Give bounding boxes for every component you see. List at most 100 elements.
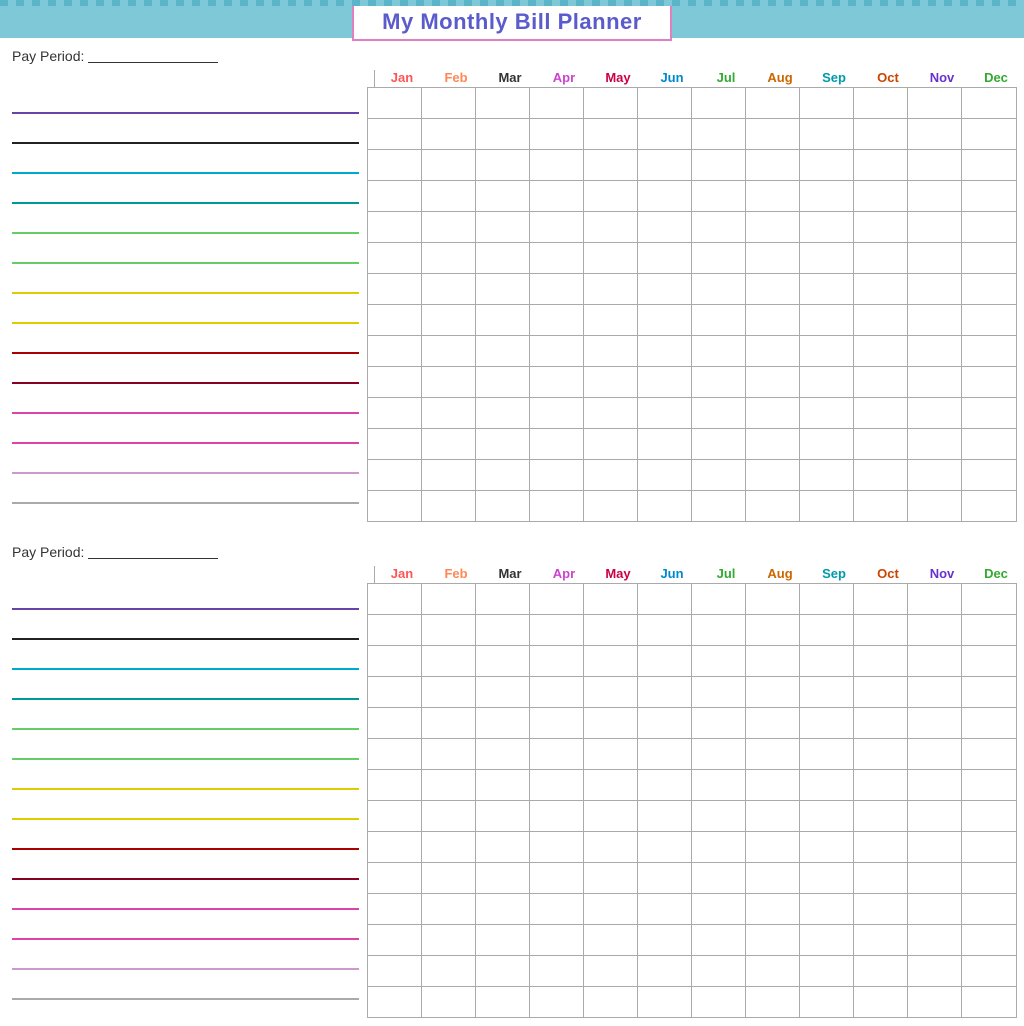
bill-line-item-7[interactable] (12, 793, 359, 823)
bill-line-item-0[interactable] (12, 87, 359, 117)
grid-cell-7-11[interactable] (962, 305, 1016, 335)
grid-cell-6-3[interactable] (530, 770, 584, 800)
grid-cell-9-0[interactable] (368, 863, 422, 893)
grid-cell-3-4[interactable] (584, 677, 638, 707)
grid-cell-10-5[interactable] (638, 894, 692, 924)
pay-period-line-2[interactable] (88, 545, 218, 559)
grid-cell-5-10[interactable] (908, 243, 962, 273)
grid-cell-0-7[interactable] (746, 584, 800, 614)
grid-cell-7-8[interactable] (800, 801, 854, 831)
grid-cell-4-8[interactable] (800, 708, 854, 738)
grid-cell-3-2[interactable] (476, 181, 530, 211)
grid-cell-4-7[interactable] (746, 708, 800, 738)
grid-cell-7-9[interactable] (854, 801, 908, 831)
grid-cell-13-7[interactable] (746, 987, 800, 1017)
grid-cell-3-9[interactable] (854, 181, 908, 211)
grid-cell-0-3[interactable] (530, 584, 584, 614)
grid-cell-0-0[interactable] (368, 88, 422, 118)
grid-cell-6-2[interactable] (476, 274, 530, 304)
grid-cell-10-3[interactable] (530, 398, 584, 428)
grid-cell-9-4[interactable] (584, 367, 638, 397)
grid-cell-0-10[interactable] (908, 584, 962, 614)
grid-cell-8-2[interactable] (476, 832, 530, 862)
grid-cell-5-9[interactable] (854, 739, 908, 769)
grid-cell-11-8[interactable] (800, 429, 854, 459)
grid-cell-6-8[interactable] (800, 274, 854, 304)
bill-line-item-8[interactable] (12, 327, 359, 357)
grid-cell-0-9[interactable] (854, 88, 908, 118)
grid-cell-6-10[interactable] (908, 770, 962, 800)
grid-cell-1-6[interactable] (692, 615, 746, 645)
bill-line-item-7[interactable] (12, 297, 359, 327)
grid-cell-4-11[interactable] (962, 708, 1016, 738)
grid-cell-7-10[interactable] (908, 305, 962, 335)
grid-cell-4-0[interactable] (368, 708, 422, 738)
grid-cell-12-9[interactable] (854, 460, 908, 490)
grid-cell-13-11[interactable] (962, 987, 1016, 1017)
grid-cell-8-0[interactable] (368, 832, 422, 862)
grid-cell-8-7[interactable] (746, 336, 800, 366)
grid-cell-3-5[interactable] (638, 677, 692, 707)
grid-cell-0-5[interactable] (638, 88, 692, 118)
grid-cell-5-4[interactable] (584, 243, 638, 273)
grid-cell-12-9[interactable] (854, 956, 908, 986)
grid-cell-12-1[interactable] (422, 460, 476, 490)
grid-cell-12-2[interactable] (476, 956, 530, 986)
grid-cell-7-2[interactable] (476, 305, 530, 335)
grid-cell-9-5[interactable] (638, 863, 692, 893)
grid-cell-5-1[interactable] (422, 739, 476, 769)
grid-cell-0-11[interactable] (962, 88, 1016, 118)
grid-cell-1-10[interactable] (908, 615, 962, 645)
grid-cell-6-5[interactable] (638, 274, 692, 304)
grid-cell-8-7[interactable] (746, 832, 800, 862)
grid-cell-2-3[interactable] (530, 646, 584, 676)
grid-cell-6-10[interactable] (908, 274, 962, 304)
grid-cell-6-6[interactable] (692, 274, 746, 304)
grid-cell-13-5[interactable] (638, 987, 692, 1017)
grid-cell-7-7[interactable] (746, 801, 800, 831)
grid-cell-13-9[interactable] (854, 491, 908, 521)
bill-line-item-13[interactable] (12, 477, 359, 507)
grid-cell-11-4[interactable] (584, 925, 638, 955)
grid-cell-2-7[interactable] (746, 646, 800, 676)
grid-cell-12-11[interactable] (962, 460, 1016, 490)
grid-cell-1-8[interactable] (800, 615, 854, 645)
grid-cell-3-10[interactable] (908, 181, 962, 211)
grid-cell-10-9[interactable] (854, 894, 908, 924)
grid-cell-9-0[interactable] (368, 367, 422, 397)
grid-cell-0-2[interactable] (476, 88, 530, 118)
grid-cell-12-10[interactable] (908, 460, 962, 490)
grid-cell-7-4[interactable] (584, 305, 638, 335)
grid-cell-2-10[interactable] (908, 646, 962, 676)
grid-cell-9-1[interactable] (422, 367, 476, 397)
grid-cell-9-10[interactable] (908, 367, 962, 397)
grid-cell-9-8[interactable] (800, 367, 854, 397)
grid-cell-8-5[interactable] (638, 336, 692, 366)
grid-cell-13-8[interactable] (800, 987, 854, 1017)
grid-cell-9-10[interactable] (908, 863, 962, 893)
grid-cell-8-4[interactable] (584, 832, 638, 862)
grid-cell-7-4[interactable] (584, 801, 638, 831)
grid-cell-5-0[interactable] (368, 739, 422, 769)
grid-cell-11-6[interactable] (692, 925, 746, 955)
grid-cell-1-9[interactable] (854, 119, 908, 149)
grid-cell-13-7[interactable] (746, 491, 800, 521)
grid-cell-3-6[interactable] (692, 181, 746, 211)
grid-cell-10-4[interactable] (584, 398, 638, 428)
grid-cell-4-2[interactable] (476, 708, 530, 738)
grid-cell-2-10[interactable] (908, 150, 962, 180)
bill-line-item-10[interactable] (12, 387, 359, 417)
grid-cell-3-5[interactable] (638, 181, 692, 211)
grid-cell-5-8[interactable] (800, 739, 854, 769)
grid-cell-12-6[interactable] (692, 956, 746, 986)
grid-cell-10-3[interactable] (530, 894, 584, 924)
grid-cell-8-1[interactable] (422, 336, 476, 366)
grid-cell-9-2[interactable] (476, 863, 530, 893)
grid-cell-10-1[interactable] (422, 894, 476, 924)
grid-cell-1-3[interactable] (530, 119, 584, 149)
grid-cell-5-7[interactable] (746, 739, 800, 769)
grid-cell-13-10[interactable] (908, 491, 962, 521)
grid-cell-4-6[interactable] (692, 708, 746, 738)
grid-cell-3-7[interactable] (746, 181, 800, 211)
grid-cell-1-9[interactable] (854, 615, 908, 645)
